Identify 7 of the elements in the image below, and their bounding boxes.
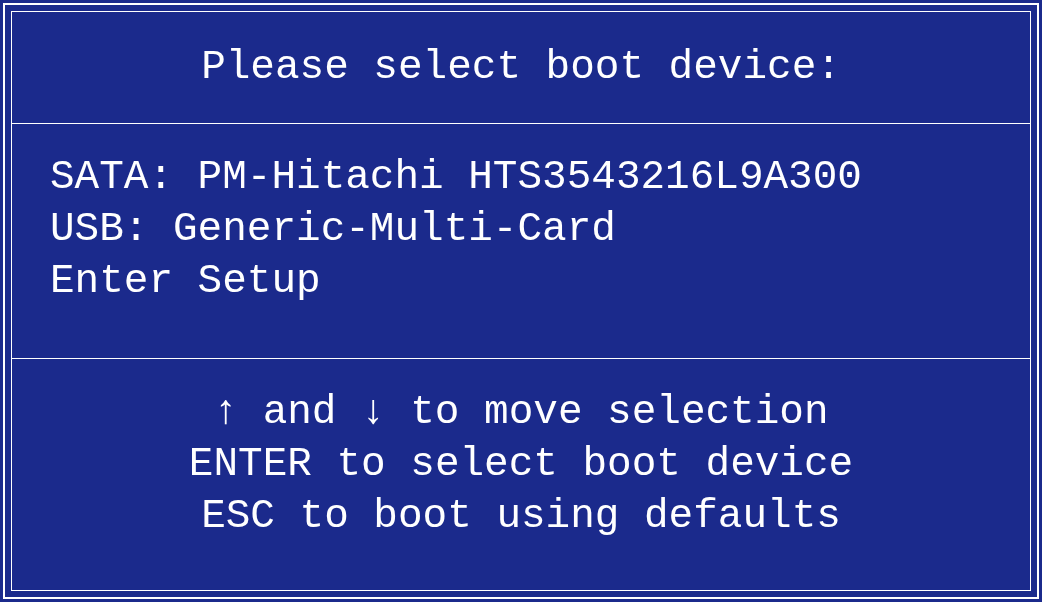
boot-device-item[interactable]: USB: Generic-Multi-Card [48, 203, 618, 255]
boot-device-item[interactable]: SATA: PM-Hitachi HTS3543216L9A300 [48, 151, 864, 203]
boot-device-item[interactable]: Enter Setup [48, 255, 323, 307]
menu-title: Please select boot device: [201, 47, 841, 88]
help-text: ESC to boot using defaults [201, 492, 841, 541]
help-text: ↑ and ↓ to move selection [213, 388, 829, 437]
help-text: ENTER to select boot device [188, 440, 854, 489]
